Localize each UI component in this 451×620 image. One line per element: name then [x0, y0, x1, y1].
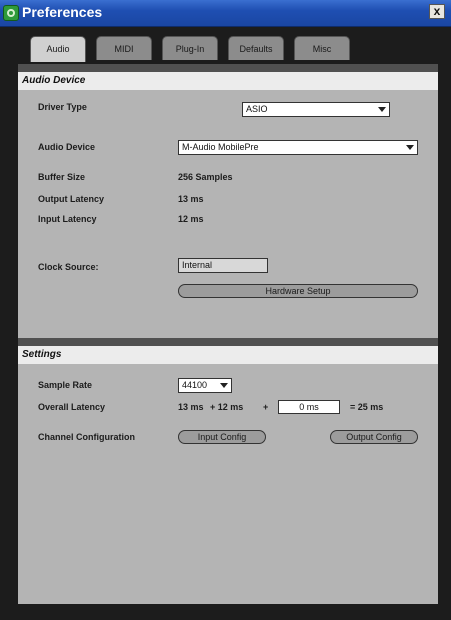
hardware-setup-button[interactable]: Hardware Setup [178, 284, 418, 298]
output-config-button[interactable]: Output Config [330, 430, 418, 444]
chevron-down-icon [406, 145, 414, 150]
driver-type-dropdown[interactable]: ASIO [242, 102, 390, 117]
tab-audio[interactable]: Audio [30, 36, 86, 62]
clock-source-field[interactable]: Internal [178, 258, 268, 273]
buffer-size-value: 256 Samples [178, 172, 233, 182]
latency-plus-sign: + [263, 402, 269, 412]
app-logo-icon [3, 5, 19, 21]
extra-latency-input[interactable]: 0 ms [278, 400, 340, 414]
output-latency-label: Output Latency [38, 194, 105, 204]
close-button[interactable]: x [429, 4, 445, 19]
latency-input-value: + 12 ms [210, 402, 244, 412]
latency-output-value: 13 ms [178, 402, 204, 412]
driver-type-value: ASIO [246, 104, 268, 114]
driver-type-label: Driver Type [38, 102, 87, 112]
title-bar[interactable]: Preferences x [0, 0, 451, 27]
audio-device-dropdown[interactable]: M-Audio MobilePre [178, 140, 418, 155]
chevron-down-icon [220, 383, 228, 388]
tab-midi[interactable]: MIDI [96, 36, 152, 60]
buffer-size-label: Buffer Size [38, 172, 86, 182]
sample-rate-label: Sample Rate [38, 380, 93, 390]
settings-header: Settings [18, 346, 438, 364]
channel-configuration-label: Channel Configuration [38, 432, 135, 442]
output-latency-value: 13 ms [178, 194, 204, 204]
audio-device-panel: Driver Type ASIO Audio Device M-Audio Mo… [18, 90, 438, 338]
settings-panel: Sample Rate 44100 Overall Latency 13 ms … [18, 364, 438, 604]
audio-device-value: M-Audio MobilePre [182, 142, 259, 152]
tab-plug-in[interactable]: Plug-In [162, 36, 218, 60]
window-title: Preferences [22, 4, 103, 20]
chevron-down-icon [378, 107, 386, 112]
input-latency-label: Input Latency [38, 214, 97, 224]
overall-latency-label: Overall Latency [38, 402, 106, 412]
tab-misc[interactable]: Misc [294, 36, 350, 60]
sample-rate-dropdown[interactable]: 44100 [178, 378, 232, 393]
preferences-content: Audio Device Driver Type ASIO Audio Devi… [18, 64, 438, 604]
input-latency-value: 12 ms [178, 214, 204, 224]
audio-device-label: Audio Device [38, 142, 96, 152]
tab-defaults[interactable]: Defaults [228, 36, 284, 60]
latency-total-value: = 25 ms [350, 402, 384, 412]
preferences-window: Preferences x Audio MIDI Plug-In Default… [0, 0, 451, 620]
sample-rate-value: 44100 [182, 380, 208, 390]
clock-source-label: Clock Source: [38, 262, 99, 272]
audio-device-header: Audio Device [18, 72, 438, 90]
input-config-button[interactable]: Input Config [178, 430, 266, 444]
